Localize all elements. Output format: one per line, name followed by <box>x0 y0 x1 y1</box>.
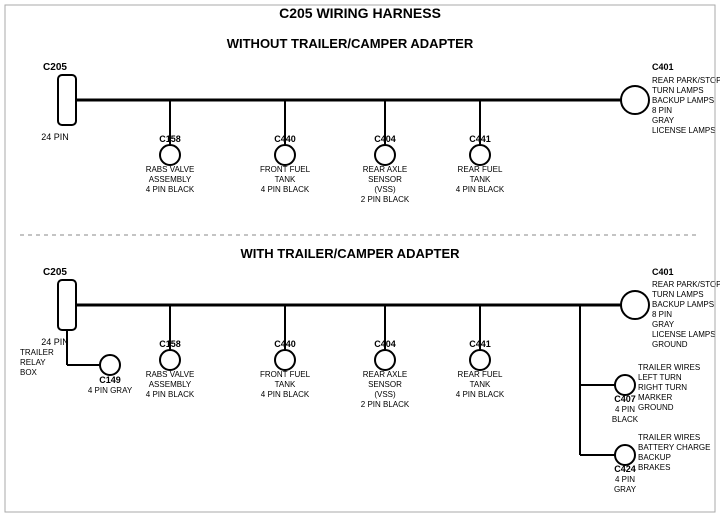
bottom-c158-id: C158 <box>159 339 181 349</box>
bottom-c401-connector <box>621 291 649 319</box>
bottom-c407-label1: 4 PIN <box>615 405 635 414</box>
top-c401-desc4: LICENSE LAMPS <box>652 126 716 135</box>
bottom-c404-id: C404 <box>374 339 396 349</box>
bottom-c401-label1: 8 PIN <box>652 310 672 319</box>
top-c440-label2: TANK <box>275 175 296 184</box>
top-c441-label2: TANK <box>470 175 491 184</box>
top-c205-connector <box>58 75 76 125</box>
top-c441-connector <box>470 145 490 165</box>
bottom-c205-id: C205 <box>43 267 67 278</box>
top-c441-id: C441 <box>469 134 491 144</box>
top-c404-label3: (VSS) <box>374 185 396 194</box>
bottom-c441-label3: 4 PIN BLACK <box>456 390 505 399</box>
bottom-trailer-relay-label: TRAILER <box>20 348 54 357</box>
top-c401-connector <box>621 86 649 114</box>
top-c404-id: C404 <box>374 134 396 144</box>
top-section-label: WITHOUT TRAILER/CAMPER ADAPTER <box>227 36 474 51</box>
bottom-c407-id: C407 <box>614 394 636 404</box>
bottom-c424-label2: GRAY <box>614 485 637 494</box>
bottom-c424-desc3: BACKUP <box>638 453 671 462</box>
bottom-c401-desc4: LICENSE LAMPS <box>652 330 716 339</box>
bottom-c440-connector <box>275 350 295 370</box>
top-c205-id: C205 <box>43 62 67 73</box>
bottom-c424-label1: 4 PIN <box>615 475 635 484</box>
bottom-box-label: BOX <box>20 368 38 377</box>
bottom-c149-id: C149 <box>99 375 121 385</box>
top-c440-label3: 4 PIN BLACK <box>261 185 310 194</box>
diagram-title: C205 WIRING HARNESS <box>279 5 441 21</box>
bottom-c401-desc5: GROUND <box>652 340 688 349</box>
bottom-c407-desc2: LEFT TURN <box>638 373 682 382</box>
top-c401-label2: GRAY <box>652 116 675 125</box>
top-c440-id: C440 <box>274 134 296 144</box>
bottom-relay-label: RELAY <box>20 358 46 367</box>
top-c440-label1: FRONT FUEL <box>260 165 311 174</box>
top-c441-label3: 4 PIN BLACK <box>456 185 505 194</box>
bottom-c441-label1: REAR FUEL <box>458 370 503 379</box>
bottom-c441-connector <box>470 350 490 370</box>
bottom-c424-desc1: TRAILER WIRES <box>638 433 700 442</box>
bottom-c424-connector <box>615 445 635 465</box>
bottom-c158-label2: ASSEMBLY <box>149 380 192 389</box>
bottom-c441-label2: TANK <box>470 380 491 389</box>
top-c401-label1: 8 PIN <box>652 106 672 115</box>
bottom-c440-label3: 4 PIN BLACK <box>261 390 310 399</box>
bottom-c404-label1: REAR AXLE <box>363 370 407 379</box>
top-c158-label3: 4 PIN BLACK <box>146 185 195 194</box>
top-c440-connector <box>275 145 295 165</box>
top-c401-desc2: TURN LAMPS <box>652 86 704 95</box>
top-c158-label1: RABS VALVE <box>146 165 195 174</box>
bottom-c158-label1: RABS VALVE <box>146 370 195 379</box>
top-c401-desc3: BACKUP LAMPS <box>652 96 714 105</box>
bottom-c407-desc1: TRAILER WIRES <box>638 363 700 372</box>
top-c404-label4: 2 PIN BLACK <box>361 195 410 204</box>
bottom-c407-desc5: GROUND <box>638 403 674 412</box>
top-c158-id: C158 <box>159 134 181 144</box>
bottom-c424-id: C424 <box>614 464 636 474</box>
bottom-c441-id: C441 <box>469 339 491 349</box>
bottom-c401-label2: GRAY <box>652 320 675 329</box>
bottom-c149-label: 4 PIN GRAY <box>88 386 133 395</box>
diagram-container: C205 WIRING HARNESS WITHOUT TRAILER/CAMP… <box>0 0 720 517</box>
top-c404-connector <box>375 145 395 165</box>
bottom-c149-connector <box>100 355 120 375</box>
bottom-c404-connector <box>375 350 395 370</box>
bottom-c407-desc3: RIGHT TURN <box>638 383 687 392</box>
bottom-c407-label2: BLACK <box>612 415 639 424</box>
bottom-c404-label4: 2 PIN BLACK <box>361 400 410 409</box>
top-c158-label2: ASSEMBLY <box>149 175 192 184</box>
bottom-c407-desc4: MARKER <box>638 393 672 402</box>
bottom-c404-label2: SENSOR <box>368 380 402 389</box>
top-c404-label1: REAR AXLE <box>363 165 407 174</box>
bottom-c401-desc1: REAR PARK/STOP <box>652 280 720 289</box>
bottom-c407-connector <box>615 375 635 395</box>
top-c441-label1: REAR FUEL <box>458 165 503 174</box>
bottom-c401-id: C401 <box>652 267 674 277</box>
bottom-c401-desc2: TURN LAMPS <box>652 290 704 299</box>
bottom-c424-desc2: BATTERY CHARGE <box>638 443 710 452</box>
bottom-section-label: WITH TRAILER/CAMPER ADAPTER <box>240 246 460 261</box>
bottom-c401-desc3: BACKUP LAMPS <box>652 300 714 309</box>
bottom-c404-label3: (VSS) <box>374 390 396 399</box>
top-c158-connector <box>160 145 180 165</box>
bottom-c424-desc4: BRAKES <box>638 463 670 472</box>
bottom-c205-connector <box>58 280 76 330</box>
bottom-c205-label: 24 PIN <box>41 337 69 347</box>
bottom-c158-label3: 4 PIN BLACK <box>146 390 195 399</box>
top-c404-label2: SENSOR <box>368 175 402 184</box>
bottom-c440-label1: FRONT FUEL <box>260 370 311 379</box>
bottom-c440-label2: TANK <box>275 380 296 389</box>
bottom-c440-id: C440 <box>274 339 296 349</box>
top-c205-label: 24 PIN <box>41 132 69 142</box>
top-c401-id: C401 <box>652 62 674 72</box>
bottom-c158-connector <box>160 350 180 370</box>
top-c401-desc1: REAR PARK/STOP <box>652 76 720 85</box>
